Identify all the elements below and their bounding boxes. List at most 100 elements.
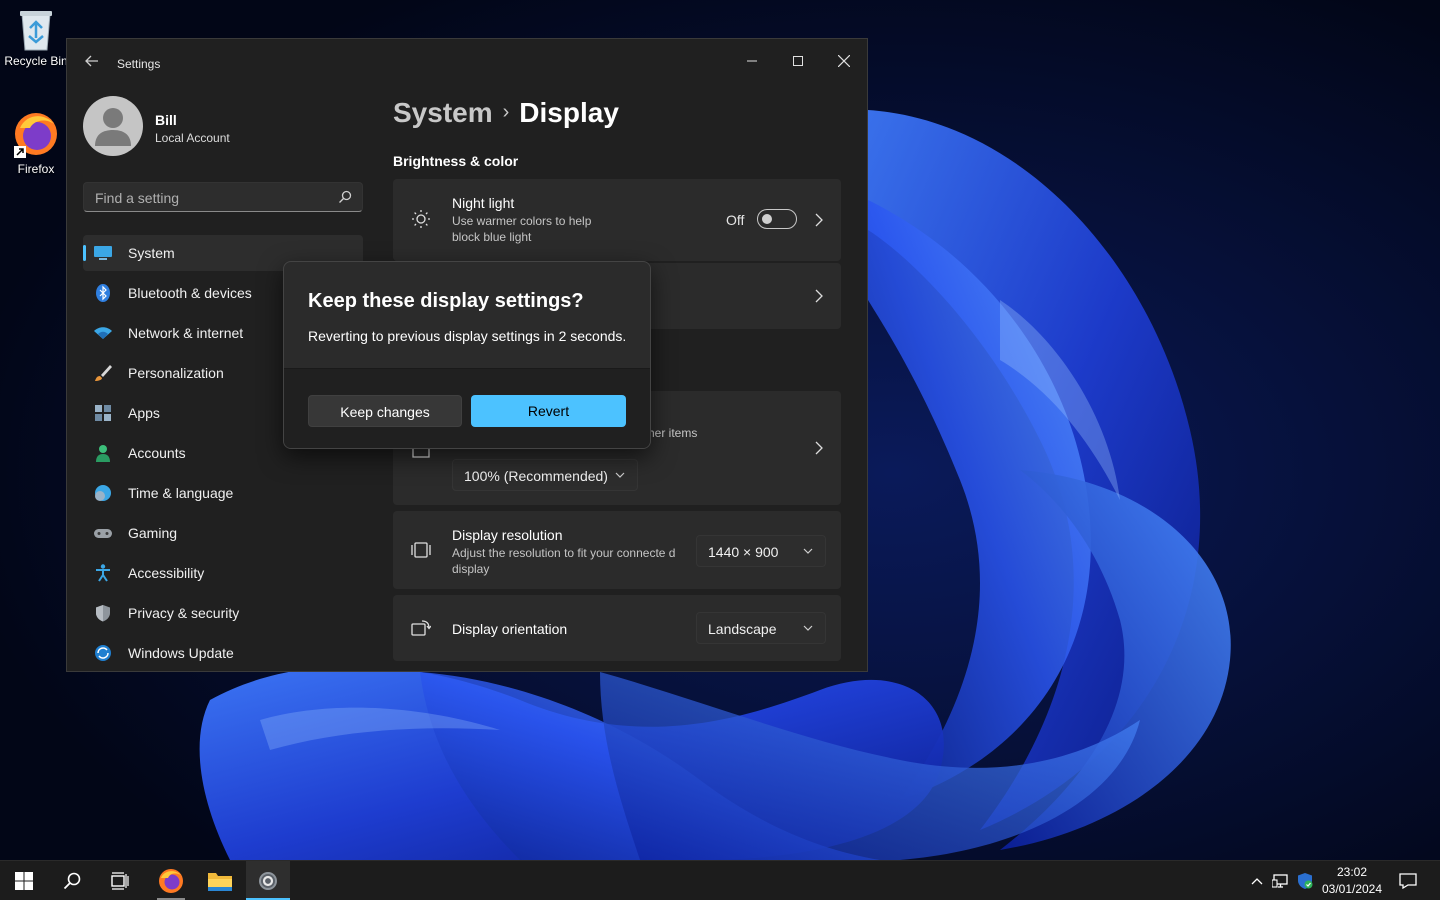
sidebar-item-label: Apps — [128, 405, 160, 421]
task-view-button[interactable] — [98, 861, 142, 900]
desktop-icon-label: Firefox — [17, 162, 55, 176]
dialog-title: Keep these display settings? — [308, 290, 584, 312]
back-arrow-icon[interactable] — [81, 53, 103, 75]
sidebar-item-accessibility[interactable]: Accessibility — [83, 555, 363, 591]
night-light-description: Use warmer colors to help block blue lig… — [452, 214, 592, 244]
taskbar-firefox[interactable] — [149, 861, 193, 900]
gear-icon — [259, 872, 277, 890]
account-type: Local Account — [155, 131, 230, 145]
sidebar-item-label: System — [128, 245, 175, 261]
night-light-toggle[interactable] — [757, 209, 797, 229]
chevron-down-icon — [615, 472, 625, 478]
resolution-icon — [411, 542, 431, 558]
sidebar-item-windows-update[interactable]: Windows Update — [83, 635, 363, 671]
start-button[interactable] — [2, 861, 46, 900]
sidebar-item-label: Gaming — [128, 525, 178, 541]
notification-center-button[interactable] — [1394, 861, 1422, 900]
shield-icon — [96, 605, 110, 622]
orientation-value: Landscape — [708, 621, 777, 637]
chevron-down-icon — [803, 625, 813, 631]
night-light-icon — [412, 210, 430, 228]
user-name: Bill — [155, 112, 177, 128]
clock-date: 03/01/2024 — [1321, 882, 1383, 896]
resolution-value: 1440 × 900 — [708, 544, 779, 560]
page-title: Display — [519, 97, 619, 128]
sidebar-item-label: Network & internet — [128, 325, 244, 341]
breadcrumb: System › Display — [393, 97, 619, 129]
firefox-icon — [14, 113, 57, 158]
resolution-card: Display resolution Adjust the resolution… — [393, 511, 841, 589]
sidebar-item-label: Personalization — [128, 365, 224, 381]
taskbar: 23:02 03/01/2024 — [0, 860, 1440, 900]
monitor-icon — [94, 246, 112, 260]
user-silhouette-icon — [95, 108, 131, 146]
dialog-footer: Keep changes Revert — [284, 368, 650, 448]
show-hidden-icons-button[interactable] — [1246, 861, 1268, 900]
keep-changes-button[interactable]: Keep changes — [308, 395, 462, 427]
person-icon — [96, 445, 110, 462]
chevron-up-icon — [1251, 878, 1263, 885]
resolution-dropdown[interactable]: 1440 × 900 — [696, 535, 826, 567]
sidebar-item-label: Bluetooth & devices — [128, 285, 252, 301]
folder-icon — [208, 873, 232, 891]
taskbar-file-explorer[interactable] — [198, 861, 242, 900]
search-button[interactable] — [50, 861, 94, 900]
search-placeholder: Find a setting — [95, 190, 180, 206]
network-icon — [1272, 874, 1288, 888]
search-icon — [339, 190, 352, 203]
orientation-title: Display orientation — [452, 621, 568, 637]
notification-icon — [1399, 873, 1417, 889]
bluetooth-icon — [96, 284, 110, 302]
taskbar-settings[interactable] — [246, 861, 290, 900]
sidebar-item-gaming[interactable]: Gaming — [83, 515, 363, 551]
chevron-right-icon — [815, 441, 823, 455]
search-icon — [63, 872, 81, 890]
sidebar-item-privacy[interactable]: Privacy & security — [83, 595, 363, 631]
orientation-icon — [411, 620, 431, 636]
security-tray-button[interactable] — [1294, 861, 1316, 900]
resolution-title: Display resolution — [452, 527, 563, 543]
chevron-right-icon — [815, 213, 823, 227]
resolution-description: Adjust the resolution to fit your connec… — [452, 546, 676, 576]
sidebar-item-label: Windows Update — [128, 645, 234, 661]
orientation-card: Display orientation Landscape — [393, 595, 841, 661]
network-tray-button[interactable] — [1270, 861, 1292, 900]
breadcrumb-parent[interactable]: System — [393, 97, 493, 128]
clock-time: 23:02 — [1336, 865, 1368, 879]
avatar — [83, 96, 143, 156]
sidebar-item-label: Accounts — [128, 445, 186, 461]
sidebar-item-label: Privacy & security — [128, 605, 240, 621]
sidebar-item-label: Accessibility — [128, 565, 205, 581]
recycle-bin-shortcut[interactable]: Recycle Bin — [0, 8, 72, 68]
selection-indicator — [83, 245, 86, 261]
desktop-icon-label: Recycle Bin — [4, 54, 68, 68]
sidebar-item-time-language[interactable]: Time & language — [83, 475, 363, 511]
brush-icon — [95, 365, 112, 381]
keep-display-settings-dialog: Keep these display settings? Reverting t… — [283, 261, 651, 449]
dialog-message: Reverting to previous display settings i… — [308, 328, 627, 344]
night-light-card[interactable]: Night light Use warmer colors to help bl… — [393, 179, 841, 261]
scale-description: her items — [648, 426, 698, 440]
gamepad-icon — [94, 529, 112, 538]
search-input[interactable]: Find a setting — [83, 182, 363, 212]
section-title: Brightness & color — [393, 153, 519, 169]
accessibility-icon — [96, 564, 110, 582]
orientation-dropdown[interactable]: Landscape — [696, 612, 826, 644]
recycle-bin-icon — [20, 11, 52, 51]
globe-clock-icon — [95, 485, 111, 501]
breadcrumb-separator: › — [502, 101, 510, 123]
revert-button[interactable]: Revert — [471, 395, 626, 427]
task-view-icon — [111, 872, 129, 890]
scale-dropdown[interactable]: 100% (Recommended) — [452, 459, 638, 491]
refresh-icon — [95, 645, 111, 661]
apps-icon — [95, 405, 111, 421]
night-light-title: Night light — [452, 195, 515, 211]
sidebar-item-label: Time & language — [128, 485, 234, 501]
wifi-icon — [94, 327, 112, 339]
firefox-icon — [159, 869, 183, 893]
chevron-down-icon — [803, 548, 813, 554]
defender-shield-icon — [1298, 873, 1313, 889]
taskbar-clock[interactable]: 23:02 03/01/2024 — [1316, 864, 1388, 898]
window-title: Settings — [117, 57, 161, 71]
firefox-shortcut[interactable]: Firefox — [0, 110, 72, 176]
